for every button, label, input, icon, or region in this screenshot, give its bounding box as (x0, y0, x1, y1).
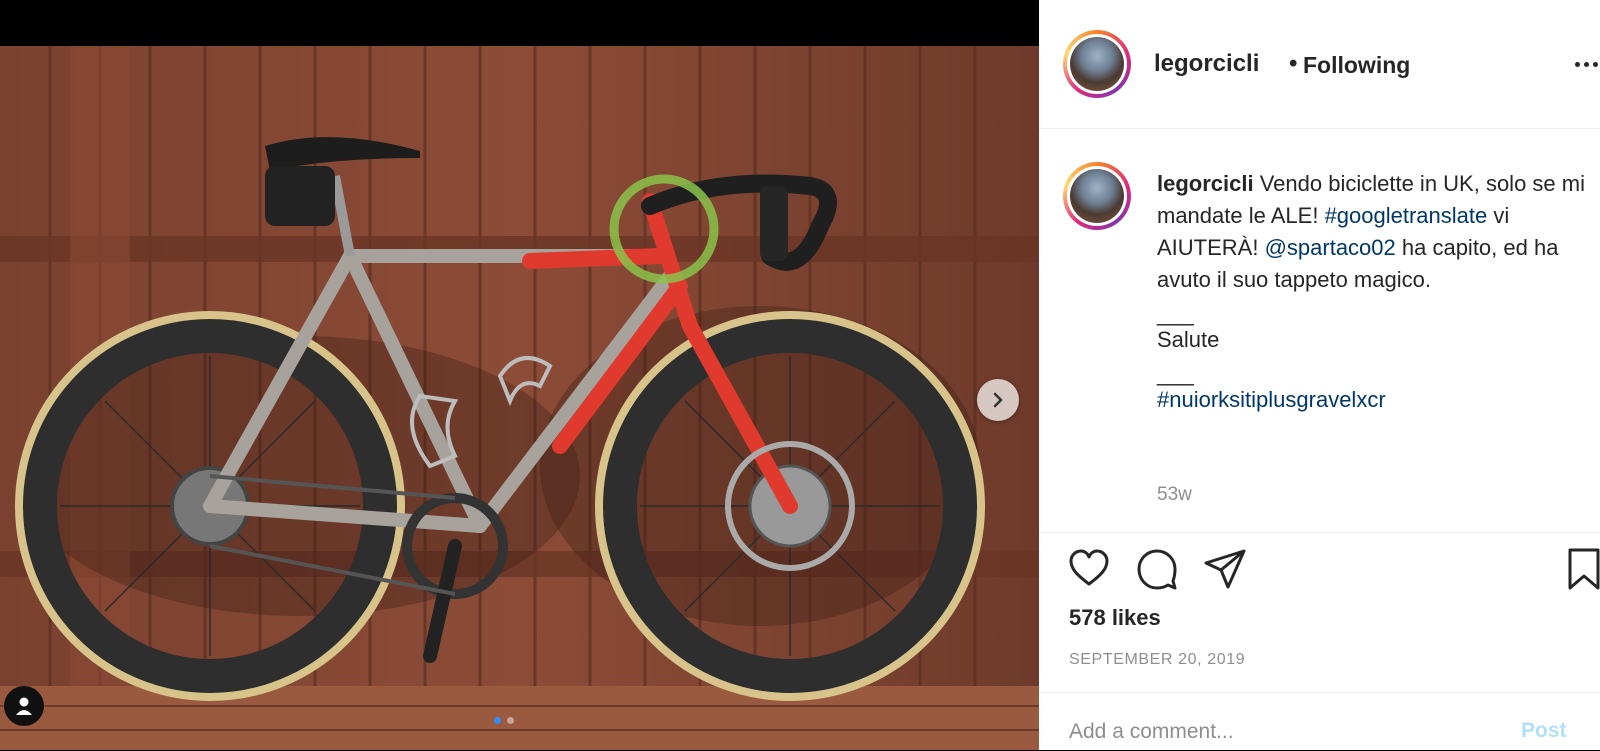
caption-text: legorcicli Vendo biciclette in UK, solo … (1157, 168, 1587, 416)
hashtag-link-final[interactable]: #nuiorksitiplusgravelxcr (1157, 384, 1587, 416)
carousel-dot (507, 717, 514, 724)
bicycle-photo[interactable] (0, 46, 1039, 750)
follow-separator: • (1289, 50, 1298, 77)
hashtag-link[interactable]: #googletranslate (1325, 203, 1488, 228)
carousel-dot-active (494, 717, 501, 724)
bookmark-icon[interactable] (1567, 547, 1600, 596)
following-button[interactable]: Following (1303, 52, 1410, 79)
more-options-icon[interactable] (1575, 62, 1598, 67)
comment-icon[interactable] (1135, 547, 1179, 596)
user-tag-icon (16, 697, 32, 715)
caption-username[interactable]: legorcicli (1157, 171, 1254, 196)
caption-divider-1: ___ (1157, 301, 1194, 326)
post-header: legorcicli • Following (1039, 0, 1600, 129)
like-count[interactable]: 578 likes (1069, 605, 1161, 631)
post-caption: legorcicli Vendo biciclette in UK, solo … (1039, 128, 1600, 532)
comment-box: Post (1039, 692, 1600, 751)
post-actions: 578 likes SEPTEMBER 20, 2019 (1039, 532, 1600, 693)
heart-icon[interactable] (1067, 547, 1111, 596)
paper-plane-icon[interactable] (1203, 547, 1247, 596)
carousel-indicator (494, 717, 514, 724)
tagged-users-button[interactable] (4, 686, 44, 726)
author-username[interactable]: legorcicli (1154, 50, 1259, 78)
post-photo-pane (0, 0, 1039, 750)
next-photo-button[interactable] (977, 379, 1019, 421)
post-date[interactable]: SEPTEMBER 20, 2019 (1069, 651, 1245, 669)
comment-input[interactable] (1067, 719, 1511, 745)
caption-author-avatar[interactable] (1063, 162, 1131, 230)
caption-main-paragraph: legorcicli Vendo biciclette in UK, solo … (1157, 168, 1587, 296)
caption-divider-2: ___ (1157, 361, 1194, 386)
chevron-right-icon (993, 392, 1003, 408)
caption-timestamp[interactable]: 53w (1157, 484, 1192, 506)
bicycle-illustration (0, 46, 1039, 750)
post-side-panel: legorcicli • Following legorcicli Vendo … (1039, 0, 1600, 750)
caption-salute: Salute (1157, 327, 1220, 352)
post-comment-button[interactable]: Post (1521, 719, 1567, 743)
mention-link[interactable]: @spartaco02 (1265, 235, 1396, 260)
author-avatar[interactable] (1063, 30, 1131, 98)
